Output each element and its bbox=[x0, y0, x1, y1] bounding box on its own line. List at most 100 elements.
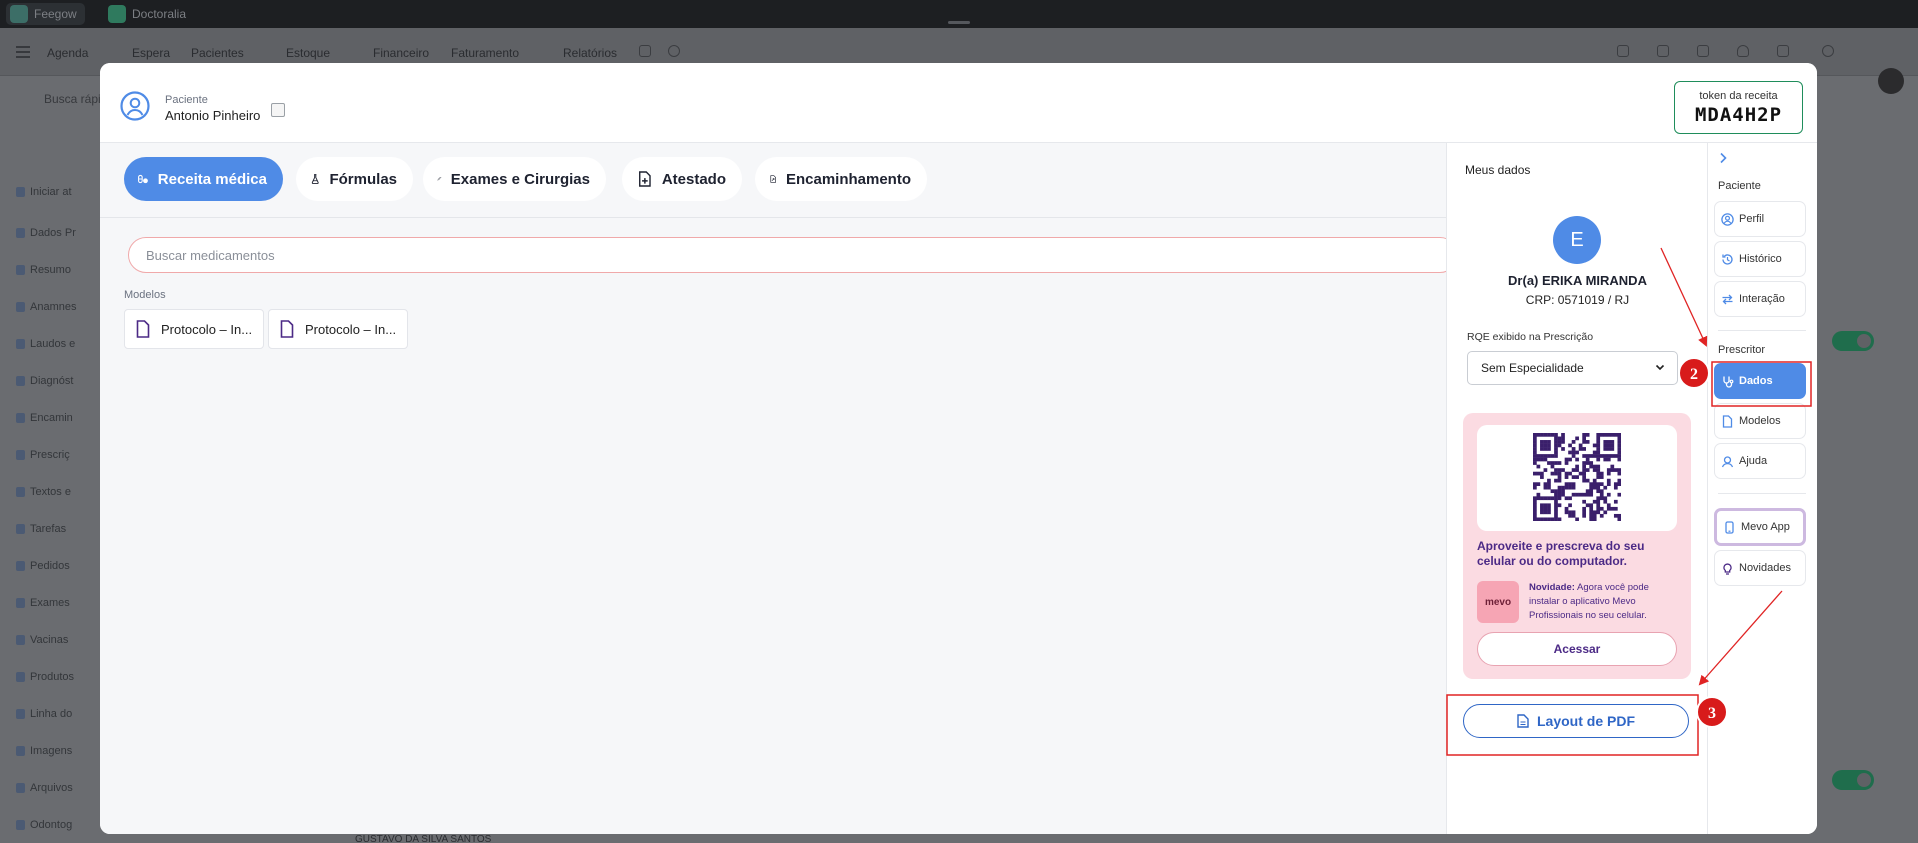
layout-pdf-button[interactable]: Layout de PDF bbox=[1463, 704, 1689, 738]
rqe-label: RQE exibido na Prescrição bbox=[1467, 331, 1594, 343]
tab-atestado[interactable]: Atestado bbox=[622, 157, 742, 201]
tab-encaminhamento[interactable]: Encaminhamento bbox=[755, 157, 927, 201]
sidebar-item[interactable]: Vacinas bbox=[15, 634, 68, 646]
nav-faturamento[interactable]: Faturamento bbox=[451, 46, 519, 60]
chat-icon[interactable] bbox=[1777, 45, 1789, 57]
qr-module bbox=[1543, 468, 1548, 472]
sidebar-item[interactable]: Anamnes bbox=[15, 301, 76, 313]
qr-module bbox=[1596, 454, 1601, 458]
background-search[interactable]: Busca rápi bbox=[14, 92, 104, 116]
rnav-item-label: Modelos bbox=[1739, 415, 1781, 427]
help-icon[interactable] bbox=[1822, 45, 1834, 57]
card-icon[interactable] bbox=[1657, 45, 1669, 57]
settings-icon[interactable] bbox=[668, 45, 680, 57]
qr-module bbox=[1592, 482, 1597, 486]
qr-module bbox=[1564, 471, 1569, 476]
model-card[interactable]: Protocolo – In... bbox=[268, 309, 408, 349]
qr-module bbox=[1533, 510, 1537, 515]
qr-module bbox=[1564, 506, 1569, 511]
rnav-item-ajuda[interactable]: Ajuda bbox=[1714, 443, 1806, 479]
sidebar-item[interactable]: Tarefas bbox=[15, 523, 66, 535]
qr-module bbox=[1575, 468, 1579, 472]
rnav-section-prescritor: Prescritor bbox=[1718, 344, 1766, 356]
qr-module bbox=[1617, 454, 1621, 458]
background-bottom-text: GUSTAVO DA SILVA SANTOS bbox=[355, 834, 492, 843]
qr-module bbox=[1578, 471, 1583, 476]
background-toggle[interactable] bbox=[1832, 770, 1874, 790]
pills-icon bbox=[138, 174, 148, 184]
qr-module bbox=[1557, 492, 1562, 497]
qr-module bbox=[1603, 496, 1608, 501]
nav-espera[interactable]: Espera bbox=[132, 46, 170, 60]
qr-module bbox=[1575, 492, 1579, 497]
rnav-item-novidades[interactable]: Novidades bbox=[1714, 550, 1806, 586]
flask-icon bbox=[311, 174, 319, 185]
window-tab-feegow[interactable]: Feegow bbox=[6, 3, 85, 25]
sidebar-item[interactable]: Exames bbox=[16, 597, 70, 609]
qr-code-box bbox=[1477, 425, 1677, 531]
nav-extra-icon[interactable] bbox=[639, 45, 651, 57]
qr-module bbox=[1606, 503, 1611, 508]
rnav-item-mevo-app[interactable]: Mevo App bbox=[1714, 508, 1806, 546]
qr-module bbox=[1540, 447, 1544, 451]
sidebar-item[interactable]: Encamin bbox=[16, 412, 73, 424]
rnav-item-modelos[interactable]: Modelos bbox=[1714, 403, 1806, 439]
sidebar-item[interactable]: Produtos bbox=[15, 671, 74, 683]
qr-module bbox=[1540, 443, 1544, 448]
tab-exames-cirurgias[interactable]: Exames e Cirurgias bbox=[423, 157, 606, 201]
drag-handle[interactable] bbox=[948, 21, 970, 24]
calendar-icon[interactable] bbox=[1697, 45, 1709, 57]
rnav-item-dados[interactable]: Dados bbox=[1714, 363, 1806, 399]
sidebar-item[interactable]: Imagens bbox=[15, 745, 72, 757]
rnav-item-perfil[interactable]: Perfil bbox=[1714, 201, 1806, 237]
bell-icon[interactable] bbox=[1737, 45, 1749, 57]
nav-financeiro[interactable]: Financeiro bbox=[373, 46, 429, 60]
qr-module bbox=[1617, 457, 1621, 462]
qr-module bbox=[1603, 433, 1608, 437]
qr-module bbox=[1592, 450, 1597, 455]
qr-module bbox=[1561, 447, 1565, 451]
rnav-item-interacao[interactable]: Interação bbox=[1714, 281, 1806, 317]
rqe-select[interactable]: Sem Especialidade bbox=[1467, 351, 1678, 385]
sidebar-item[interactable]: Linha do bbox=[15, 708, 72, 720]
rnav-item-label: Histórico bbox=[1739, 253, 1782, 265]
nav-pacientes[interactable]: Pacientes bbox=[191, 46, 244, 60]
sidebar-item[interactable]: Dados Pr bbox=[16, 227, 76, 239]
sidebar-item[interactable]: Pedidos bbox=[16, 560, 70, 572]
nav-agenda[interactable]: Agenda bbox=[47, 46, 88, 60]
prescription-modal: Paciente Antonio Pinheiro token da recei… bbox=[100, 63, 1817, 834]
phone-icon bbox=[1725, 520, 1734, 534]
qr-module bbox=[1599, 489, 1604, 494]
qr-module bbox=[1533, 506, 1537, 511]
sidebar-item[interactable]: Prescriç bbox=[16, 449, 70, 461]
acessar-button[interactable]: Acessar bbox=[1477, 632, 1677, 666]
rnav-item-historico[interactable]: Histórico bbox=[1714, 241, 1806, 277]
sidebar-item[interactable]: Iniciar at bbox=[16, 186, 72, 198]
qr-module bbox=[1571, 440, 1576, 444]
qr-module bbox=[1554, 471, 1558, 476]
model-card[interactable]: Protocolo – In... bbox=[124, 309, 264, 349]
sidebar-item[interactable]: Odontog bbox=[15, 819, 72, 831]
sidebar-item[interactable]: Diagnóst bbox=[15, 375, 73, 387]
qr-module bbox=[1617, 440, 1621, 444]
sidebar-item[interactable]: Laudos e bbox=[15, 338, 75, 350]
sidebar-item[interactable]: Arquivos bbox=[16, 782, 73, 794]
qr-module bbox=[1575, 464, 1579, 469]
qr-module bbox=[1540, 506, 1544, 511]
medication-search-input[interactable]: Buscar medicamentos bbox=[128, 237, 1458, 273]
sidebar-item[interactable]: Resumo bbox=[16, 264, 71, 276]
search-placeholder: Buscar medicamentos bbox=[146, 247, 275, 263]
window-tab-doctoralia[interactable]: Doctoralia bbox=[104, 3, 194, 25]
sidebar-item[interactable]: Textos e bbox=[16, 486, 71, 498]
background-toggle[interactable] bbox=[1832, 331, 1874, 351]
hamburger-menu-icon[interactable] bbox=[16, 45, 30, 58]
phone-icon[interactable] bbox=[1617, 45, 1629, 57]
qr-module bbox=[1547, 461, 1551, 465]
chevron-right-icon[interactable] bbox=[1716, 151, 1730, 165]
tab-formulas[interactable]: Fórmulas bbox=[296, 157, 413, 201]
nav-estoque[interactable]: Estoque bbox=[286, 46, 330, 60]
tab-receita-medica[interactable]: Receita médica bbox=[124, 157, 283, 201]
qr-module bbox=[1596, 464, 1601, 469]
nav-relatorios[interactable]: Relatórios bbox=[563, 46, 617, 60]
user-avatar[interactable] bbox=[1878, 68, 1904, 94]
